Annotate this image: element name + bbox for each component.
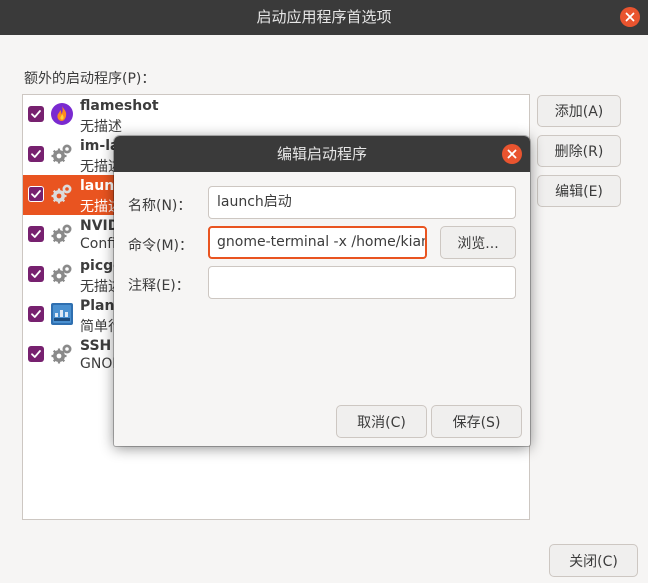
checkmark-icon (31, 110, 41, 118)
checkmark-icon (31, 350, 41, 358)
enabled-checkbox[interactable] (28, 186, 44, 202)
gears-icon (50, 182, 74, 206)
close-button[interactable]: 关闭(C) (549, 544, 638, 577)
checkmark-icon (31, 310, 41, 318)
checkmark-icon (31, 270, 41, 278)
flameshot-icon (50, 102, 74, 126)
enabled-checkbox[interactable] (28, 146, 44, 162)
startup-list-label: 额外的启动程序(P)： (24, 71, 156, 87)
enabled-checkbox[interactable] (28, 266, 44, 282)
add-button[interactable]: 添加(A) (537, 95, 621, 127)
command-label: 命令(M)： (128, 238, 194, 254)
cancel-button[interactable]: 取消(C) (336, 405, 427, 438)
window-titlebar: 启动应用程序首选项 (0, 0, 648, 35)
enabled-checkbox[interactable] (28, 306, 44, 322)
comment-label: 注释(E)： (128, 278, 190, 294)
checkmark-icon (31, 230, 41, 238)
comment-field[interactable] (208, 266, 516, 299)
close-icon (625, 12, 635, 22)
checkmark-icon (31, 190, 41, 198)
list-item-name: SSH (80, 338, 112, 354)
name-label: 名称(N)： (128, 198, 192, 214)
enabled-checkbox[interactable] (28, 226, 44, 242)
checkmark-icon (31, 150, 41, 158)
remove-button[interactable]: 删除(R) (537, 135, 621, 167)
window-close-button[interactable] (620, 7, 640, 27)
save-button[interactable]: 保存(S) (431, 405, 522, 438)
list-item-name: flameshot (80, 98, 159, 114)
list-item-flameshot[interactable]: flameshot 无描述 (23, 95, 529, 135)
dialog-title: 编辑启动程序 (276, 145, 367, 163)
enabled-checkbox[interactable] (28, 346, 44, 362)
gears-icon (50, 142, 74, 166)
dialog-close-button[interactable] (502, 144, 522, 164)
plank-icon (50, 302, 74, 326)
browse-button[interactable]: 浏览... (440, 226, 516, 259)
dialog-titlebar: 编辑启动程序 (114, 136, 530, 172)
list-item-desc: 无描述 (80, 119, 122, 135)
gears-icon (50, 342, 74, 366)
close-icon (507, 149, 517, 159)
enabled-checkbox[interactable] (28, 106, 44, 122)
gears-icon (50, 222, 74, 246)
edit-button[interactable]: 编辑(E) (537, 175, 621, 207)
command-field[interactable]: gnome-terminal -x /home/kian (208, 226, 427, 259)
edit-startup-dialog: 编辑启动程序 名称(N)： launch启动 命令(M)： gnome-term… (114, 136, 530, 446)
name-field[interactable]: launch启动 (208, 186, 516, 219)
gears-icon (50, 262, 74, 286)
window-title: 启动应用程序首选项 (256, 8, 392, 26)
list-item-desc: Confi (80, 236, 117, 252)
